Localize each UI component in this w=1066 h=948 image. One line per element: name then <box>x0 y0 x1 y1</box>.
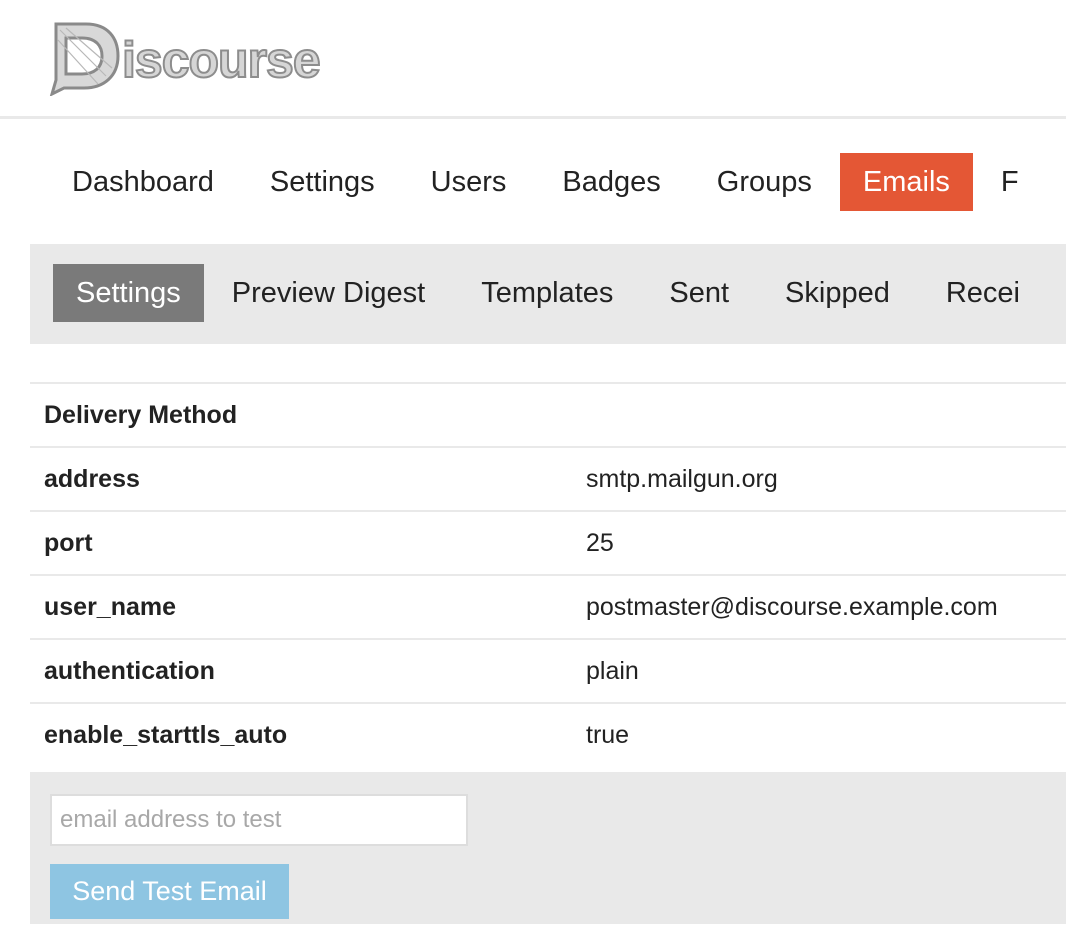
test-email-input[interactable] <box>50 794 468 846</box>
emails-sub-nav-bar: Settings Preview Digest Templates Sent S… <box>30 244 1066 344</box>
table-row: user_name postmaster@discourse.example.c… <box>30 574 1066 638</box>
nav-item-settings[interactable]: Settings <box>242 153 403 211</box>
setting-value: true <box>586 720 630 749</box>
setting-key: authentication <box>44 656 215 685</box>
section-title: Delivery Method <box>44 400 238 429</box>
section-header-row: Delivery Method <box>30 382 1066 446</box>
test-email-panel: Send Test Email <box>30 772 1066 924</box>
discourse-speech-bubble-logo-icon <box>49 22 120 96</box>
nav-item-groups[interactable]: Groups <box>689 153 840 211</box>
setting-value: smtp.mailgun.org <box>586 464 778 493</box>
setting-value: postmaster@discourse.example.com <box>586 592 998 621</box>
sub-tab-skipped[interactable]: Skipped <box>757 264 918 322</box>
logo-wordmark: iscourse <box>121 31 322 89</box>
site-header: iscourse <box>0 0 1066 119</box>
send-test-email-button[interactable]: Send Test Email <box>50 864 289 919</box>
emails-sub-nav: Settings Preview Digest Templates Sent S… <box>53 264 1048 322</box>
nav-item-users[interactable]: Users <box>403 153 535 211</box>
nav-item-truncated[interactable]: F <box>973 153 1047 211</box>
nav-item-emails[interactable]: Emails <box>839 153 973 211</box>
table-row: port 25 <box>30 510 1066 574</box>
sub-tab-preview-digest[interactable]: Preview Digest <box>204 264 453 322</box>
sub-tab-sent[interactable]: Sent <box>641 264 757 322</box>
nav-item-dashboard[interactable]: Dashboard <box>44 153 242 211</box>
sub-tab-settings[interactable]: Settings <box>53 264 204 322</box>
setting-key: enable_starttls_auto <box>44 720 288 749</box>
table-row: authentication plain <box>30 638 1066 702</box>
setting-value: 25 <box>586 528 614 557</box>
table-row: enable_starttls_auto true <box>30 702 1066 766</box>
setting-key: address <box>44 464 140 493</box>
site-logo[interactable]: iscourse <box>46 14 322 98</box>
sub-tab-received[interactable]: Recei <box>918 264 1048 322</box>
delivery-settings-table: Delivery Method address smtp.mailgun.org… <box>30 382 1066 766</box>
setting-key: port <box>44 528 93 557</box>
nav-item-badges[interactable]: Badges <box>534 153 688 211</box>
sub-tab-templates[interactable]: Templates <box>453 264 641 322</box>
table-row: address smtp.mailgun.org <box>30 446 1066 510</box>
setting-value: plain <box>586 656 639 685</box>
setting-key: user_name <box>44 592 177 621</box>
admin-main-nav: Dashboard Settings Users Badges Groups E… <box>44 153 1047 211</box>
